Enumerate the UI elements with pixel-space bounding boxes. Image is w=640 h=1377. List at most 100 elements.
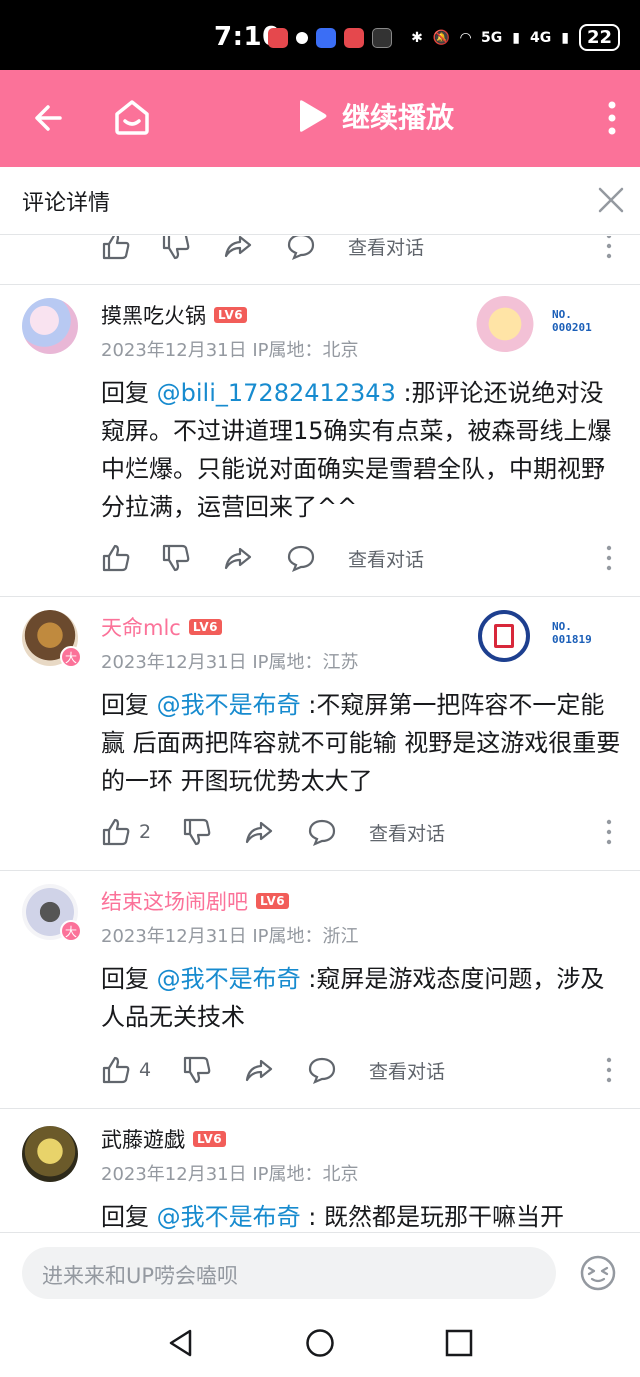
reply-prefix: 回复 (101, 965, 157, 993)
reply-button[interactable] (307, 1050, 337, 1090)
video-top-bar: 继续播放 (0, 70, 640, 167)
like-count: 2 (139, 821, 152, 843)
comment-text: 回复 @我不是布奇 : 既然都是玩那干嘛当开 (101, 1198, 623, 1232)
mention-link[interactable]: @我不是布奇 (157, 965, 301, 993)
close-icon[interactable] (596, 185, 626, 215)
username-text: 天命mlc (101, 616, 181, 640)
share-icon (245, 821, 273, 844)
dislike-button[interactable] (161, 236, 191, 266)
fan-id: 001819 (552, 633, 592, 646)
signal-bars-icon: ▮ (512, 29, 520, 46)
like-button[interactable]: 2 (101, 812, 151, 852)
comment-text: 回复 @bili_17282412343 :那评论还说绝对没窥屏。不过讲道理15… (101, 374, 623, 526)
page-title: 评论详情 (22, 191, 111, 216)
share-button[interactable] (244, 1050, 274, 1090)
comment-username[interactable]: 结束这场闹剧吧 LV6 (101, 886, 290, 916)
comment-ip: IP属地：北京 (252, 340, 359, 361)
divider (0, 870, 640, 871)
more-options-icon[interactable] (606, 100, 618, 136)
comment-actions: 查看对话 (0, 236, 640, 266)
share-button[interactable] (244, 812, 274, 852)
comment-meta: 2023年12月31日 IP属地：北京 (101, 1160, 359, 1186)
fan-badge[interactable]: NO. 001819 (474, 606, 624, 666)
reply-button[interactable] (286, 538, 316, 578)
comment-more-icon[interactable] (606, 236, 612, 260)
bluetooth-icon: ✱ (411, 29, 423, 46)
avatar[interactable]: 大 (22, 610, 82, 668)
continue-play-button[interactable]: 继续播放 (296, 96, 454, 136)
like-button[interactable] (101, 538, 131, 578)
comment-more-icon[interactable] (606, 544, 612, 572)
comment-username[interactable]: 武藤遊戯 LV6 (101, 1124, 227, 1154)
mention-link[interactable]: @我不是布奇 (157, 691, 301, 719)
dislike-button[interactable] (182, 1050, 212, 1090)
comment-meta: 2023年12月31日 IP属地：浙江 (101, 922, 359, 948)
dislike-button[interactable] (161, 538, 191, 578)
share-button[interactable] (223, 538, 253, 578)
fan-number: NO. 000201 (552, 308, 592, 334)
view-conversation-link[interactable]: 查看对话 (348, 538, 424, 578)
nav-home-icon[interactable] (305, 1328, 335, 1358)
thumbs-up-icon (102, 236, 130, 260)
comment-date: 2023年12月31日 (101, 652, 247, 673)
avatar[interactable] (22, 298, 78, 354)
mention-link[interactable]: @我不是布奇 (157, 1203, 301, 1231)
comment-ip: IP属地：江苏 (252, 652, 359, 673)
view-conversation-label: 查看对话 (348, 236, 425, 259)
divider (0, 1108, 640, 1109)
reply-button[interactable] (286, 236, 316, 266)
comment-bubble-icon (287, 236, 315, 261)
comment-date: 2023年12月31日 (101, 340, 247, 361)
view-conversation-label: 查看对话 (369, 1060, 446, 1083)
view-conversation-link[interactable]: 查看对话 (348, 236, 424, 266)
username-text: 摸黑吃火锅 (101, 304, 206, 328)
comment-detail-header: 评论详情 (0, 167, 640, 235)
level-badge: LV6 (214, 307, 248, 323)
system-nav-bar (0, 1312, 640, 1377)
comment-username[interactable]: 摸黑吃火锅 LV6 (101, 300, 248, 330)
home-icon[interactable] (111, 96, 153, 138)
dislike-button[interactable] (182, 812, 212, 852)
battery-indicator: 22 (578, 24, 620, 51)
like-button[interactable] (101, 236, 131, 266)
level-badge: LV6 (188, 619, 222, 635)
view-conversation-link[interactable]: 查看对话 (369, 812, 445, 852)
comment-bubble-icon (308, 819, 336, 847)
team-logo-icon (478, 610, 530, 662)
avatar[interactable]: 大 (22, 884, 82, 942)
share-icon (224, 547, 252, 570)
notification-icon (268, 28, 288, 48)
avatar[interactable] (22, 1126, 78, 1182)
comment-actions: 2 查看对话 (0, 812, 640, 852)
share-icon (245, 1059, 273, 1082)
level-badge: LV6 (193, 1131, 227, 1147)
comment-input[interactable]: 进来来和UP唠会嗑呗 (22, 1247, 556, 1299)
fan-badge-image (476, 296, 534, 352)
app-icon (372, 28, 392, 48)
back-arrow-icon[interactable] (30, 98, 70, 138)
like-button[interactable]: 4 (101, 1050, 151, 1090)
signal-4g: 4G (529, 29, 552, 46)
fan-number: NO. 001819 (552, 620, 592, 646)
reply-button[interactable] (307, 812, 337, 852)
emoji-icon[interactable] (578, 1253, 618, 1293)
like-count: 4 (139, 1059, 152, 1081)
comment-more-icon[interactable] (606, 818, 612, 846)
comment-meta: 2023年12月31日 IP属地：江苏 (101, 648, 359, 674)
thumbs-down-icon (162, 544, 190, 572)
comment-feed[interactable]: 查看对话 摸黑吃火锅 LV6 2023年12月31日 IP属地：北京 NO. 0… (0, 236, 640, 1232)
comment-bubble-icon (287, 545, 315, 573)
fan-badge[interactable]: NO. 000201 (474, 294, 624, 354)
fan-no-label: NO. (552, 620, 572, 633)
signal-bars-icon: ▮ (561, 29, 569, 46)
share-button[interactable] (223, 236, 253, 266)
signal-5g: 5G (481, 29, 503, 46)
comment-more-icon[interactable] (606, 1056, 612, 1084)
nav-recents-icon[interactable] (444, 1328, 474, 1358)
nav-back-icon[interactable] (166, 1328, 196, 1358)
view-conversation-label: 查看对话 (369, 822, 446, 845)
wifi-icon: ◠ (460, 29, 472, 46)
comment-username[interactable]: 天命mlc LV6 (101, 612, 222, 642)
view-conversation-link[interactable]: 查看对话 (369, 1050, 445, 1090)
mention-link[interactable]: @bili_17282412343 (157, 379, 396, 407)
